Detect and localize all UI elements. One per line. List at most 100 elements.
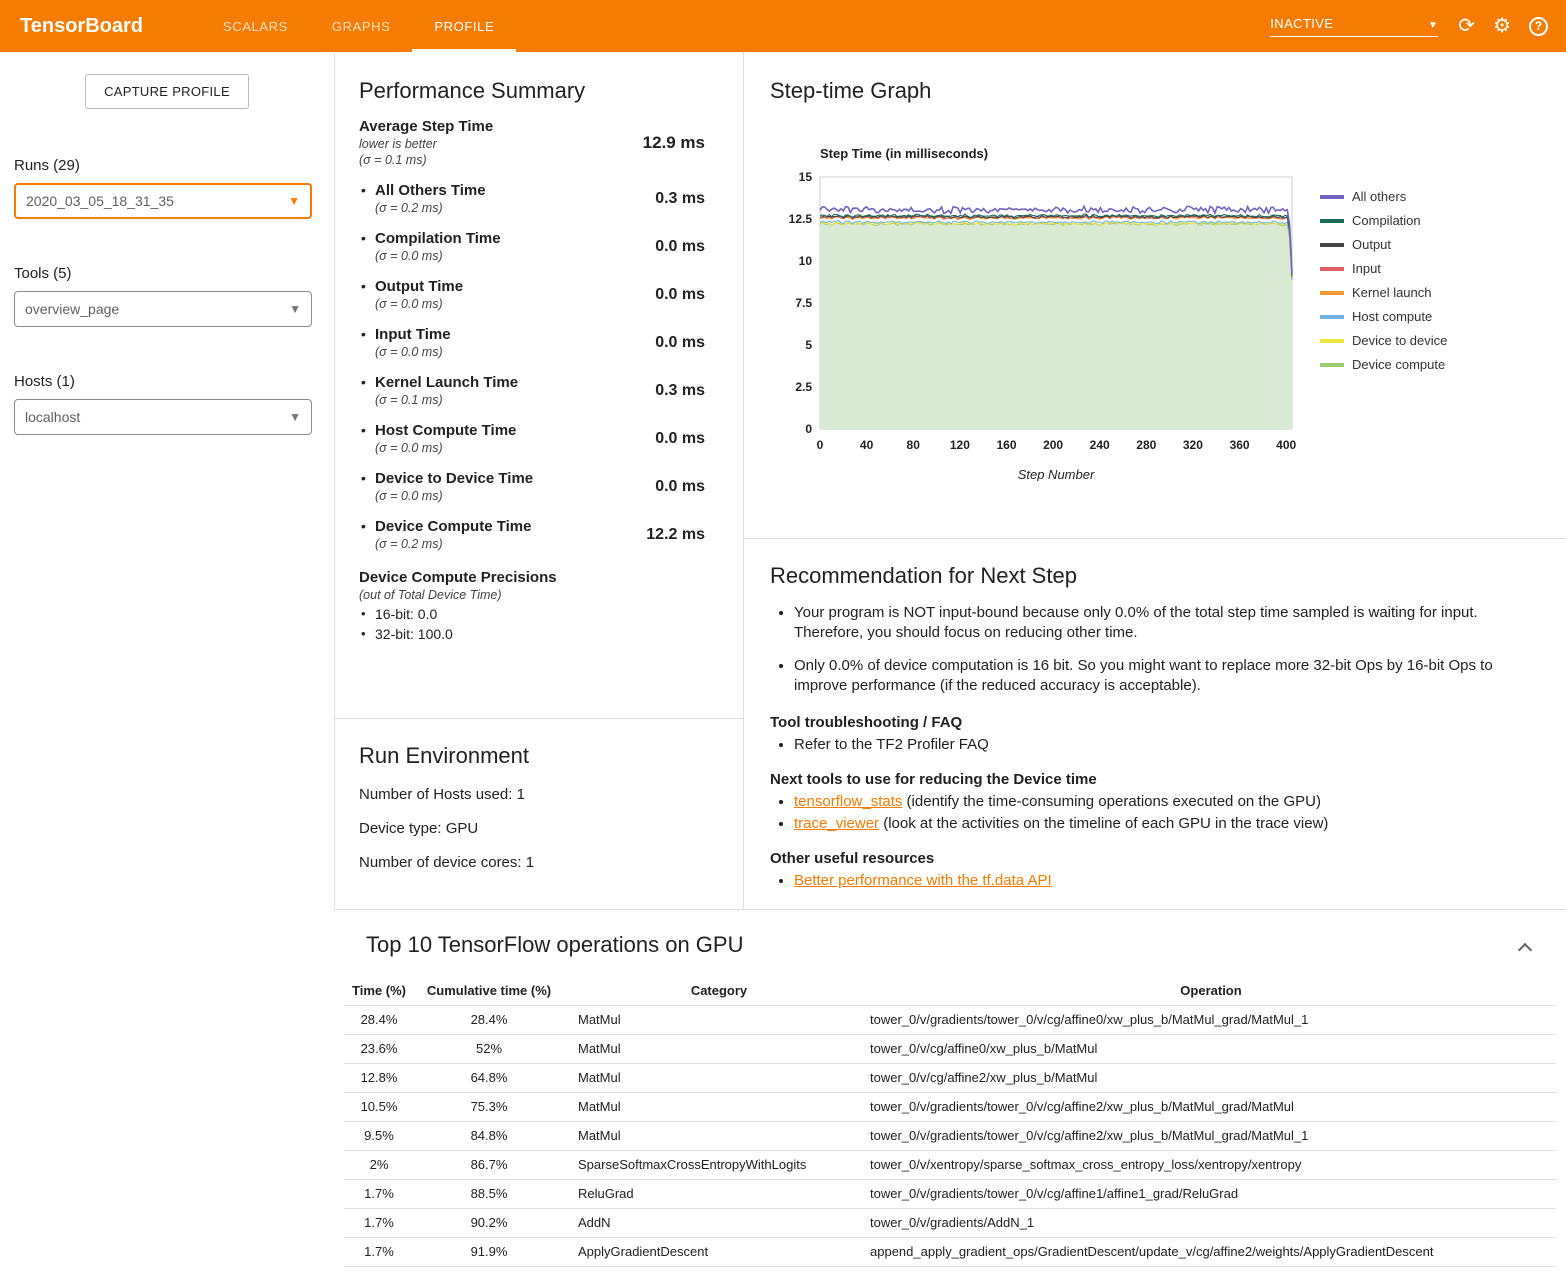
- metric-label: Device to Device Time: [375, 470, 533, 487]
- average-step-time-label: Average Step Time: [359, 118, 493, 135]
- legend-swatch: [1320, 339, 1344, 343]
- legend-label: Host compute: [1352, 309, 1432, 324]
- ops-table-body: 28.4%28.4%MatMultower_0/v/gradients/towe…: [344, 1005, 1556, 1266]
- step-time-graph-card: Step-time Graph Step Time (in millisecon…: [744, 52, 1566, 538]
- table-row: 12.8%64.8%MatMultower_0/v/cg/affine2/xw_…: [344, 1063, 1556, 1092]
- operation-cell: tower_0/v/gradients/tower_0/v/cg/affine2…: [864, 1121, 1556, 1150]
- cumulative-cell: 84.8%: [414, 1121, 564, 1150]
- metric-sigma: (σ = 0.0 ms): [375, 345, 451, 359]
- tool-suggestion-item: tensorflow_stats (identify the time-cons…: [794, 793, 1540, 810]
- metric-row: Input Time(σ = 0.0 ms)0.0 ms: [359, 326, 719, 359]
- metric-row: Compilation Time(σ = 0.0 ms)0.0 ms: [359, 230, 719, 263]
- top-ops-table: Time (%)Cumulative time (%)CategoryOpera…: [344, 976, 1556, 1267]
- legend-label: All others: [1352, 189, 1406, 204]
- environment-line: Number of device cores: 1: [359, 854, 719, 871]
- chart-area: 02.557.51012.515040801201602002402803203…: [770, 165, 1540, 481]
- tool-link[interactable]: tensorflow_stats: [794, 793, 902, 810]
- precisions-list: 16-bit: 0.032-bit: 100.0: [359, 606, 719, 642]
- category-header: Category: [564, 976, 864, 1005]
- recommendation-bullets: Your program is NOT input-bound because …: [794, 603, 1540, 696]
- metric-sigma: (σ = 0.2 ms): [375, 201, 486, 215]
- tools-select-value: overview_page: [25, 301, 119, 317]
- svg-text:320: 320: [1183, 438, 1203, 452]
- svg-text:Step Number: Step Number: [1018, 467, 1095, 481]
- table-row: 1.7%90.2%AddNtower_0/v/gradients/AddN_1: [344, 1208, 1556, 1237]
- tool-link[interactable]: trace_viewer: [794, 815, 879, 832]
- svg-text:80: 80: [907, 438, 921, 452]
- category-cell: MatMul: [564, 1063, 864, 1092]
- capture-profile-button[interactable]: CAPTURE PROFILE: [85, 74, 249, 109]
- tab-scalars[interactable]: SCALARS: [201, 0, 310, 52]
- collapse-section-button[interactable]: [1514, 938, 1536, 960]
- svg-text:280: 280: [1136, 438, 1156, 452]
- tab-graphs[interactable]: GRAPHS: [310, 0, 413, 52]
- tfdata-performance-link[interactable]: Better performance with the tf.data API: [794, 872, 1052, 889]
- tools-select[interactable]: overview_page ▼: [14, 291, 312, 327]
- chevron-down-icon: ▼: [288, 194, 300, 208]
- metric-left: All Others Time(σ = 0.2 ms): [359, 182, 486, 215]
- time-header: Time (%): [344, 976, 414, 1005]
- operation-cell: tower_0/v/gradients/AddN_1: [864, 1208, 1556, 1237]
- metric-left: Device Compute Time(σ = 0.2 ms): [359, 518, 531, 551]
- time-cell: 1.7%: [344, 1208, 414, 1237]
- refresh-icon[interactable]: ⟳: [1458, 16, 1475, 36]
- metric-value: 0.3 ms: [655, 190, 705, 208]
- category-cell: MatMul: [564, 1005, 864, 1034]
- svg-text:0: 0: [817, 438, 824, 452]
- svg-text:40: 40: [860, 438, 874, 452]
- legend-item: Output: [1320, 237, 1447, 252]
- performance-summary-card: Performance Summary Average Step Time lo…: [335, 52, 743, 718]
- status-dropdown[interactable]: INACTIVE ▼: [1270, 16, 1438, 37]
- help-icon[interactable]: ?: [1529, 17, 1548, 36]
- chevron-up-icon: [1518, 943, 1532, 957]
- category-cell: MatMul: [564, 1034, 864, 1063]
- run-environment-card: Run Environment Number of Hosts used: 1D…: [335, 719, 743, 908]
- sidebar: CAPTURE PROFILE Runs (29) 2020_03_05_18_…: [0, 52, 334, 1267]
- runs-select[interactable]: 2020_03_05_18_31_35 ▼: [14, 183, 312, 219]
- tool-suggestion-item: trace_viewer (look at the activities on …: [794, 815, 1540, 832]
- metric-row: Host Compute Time(σ = 0.0 ms)0.0 ms: [359, 422, 719, 455]
- table-row: 1.7%88.5%ReluGradtower_0/v/gradients/tow…: [344, 1179, 1556, 1208]
- tools-label: Tools (5): [14, 265, 334, 282]
- other-resources-heading: Other useful resources: [770, 850, 1540, 867]
- legend-item: Kernel launch: [1320, 285, 1447, 300]
- metric-left: Compilation Time(σ = 0.0 ms): [359, 230, 501, 263]
- metric-value: 0.0 ms: [655, 478, 705, 496]
- table-row: 10.5%75.3%MatMultower_0/v/gradients/towe…: [344, 1092, 1556, 1121]
- legend-swatch: [1320, 315, 1344, 319]
- metric-label: Kernel Launch Time: [375, 374, 518, 391]
- operation-cell: append_apply_gradient_ops/GradientDescen…: [864, 1237, 1556, 1266]
- environment-line: Number of Hosts used: 1: [359, 786, 719, 803]
- table-row: 2%86.7%SparseSoftmaxCrossEntropyWithLogi…: [344, 1150, 1556, 1179]
- recommendation-bullet: Only 0.0% of device computation is 16 bi…: [794, 656, 1540, 697]
- metric-row: All Others Time(σ = 0.2 ms) 0.3 ms: [359, 182, 719, 215]
- time-cell: 9.5%: [344, 1121, 414, 1150]
- time-cell: 1.7%: [344, 1237, 414, 1266]
- faq-heading: Tool troubleshooting / FAQ: [770, 714, 1540, 731]
- metric-label: Compilation Time: [375, 230, 501, 247]
- metric-value: 0.0 ms: [655, 430, 705, 448]
- precisions-label: Device Compute Precisions: [359, 569, 719, 586]
- svg-text:120: 120: [950, 438, 970, 452]
- step-time-chart: 02.557.51012.515040801201602002402803203…: [770, 165, 1310, 481]
- svg-text:0: 0: [805, 422, 812, 436]
- legend-label: Kernel launch: [1352, 285, 1432, 300]
- runs-label: Runs (29): [14, 157, 334, 174]
- tab-profile[interactable]: PROFILE: [412, 0, 516, 52]
- cumulative-cell: 52%: [414, 1034, 564, 1063]
- cumulative-cell: 90.2%: [414, 1208, 564, 1237]
- average-step-time-note: lower is better: [359, 137, 493, 151]
- svg-text:10: 10: [799, 254, 813, 268]
- metric-left: Input Time(σ = 0.0 ms): [359, 326, 451, 359]
- metric-left: Output Time(σ = 0.0 ms): [359, 278, 463, 311]
- metric-sigma: (σ = 0.1 ms): [375, 393, 518, 407]
- hosts-select[interactable]: localhost ▼: [14, 399, 312, 435]
- metric-label: Device Compute Time: [375, 518, 531, 535]
- other-resources-list: Better performance with the tf.data API: [794, 872, 1540, 889]
- top-bar: TensorBoard SCALARS GRAPHS PROFILE INACT…: [0, 0, 1566, 52]
- table-header-row: Time (%)Cumulative time (%)CategoryOpera…: [344, 976, 1556, 1005]
- gear-icon[interactable]: ⚙: [1493, 16, 1511, 36]
- table-row: 9.5%84.8%MatMultower_0/v/gradients/tower…: [344, 1121, 1556, 1150]
- legend-item: Device to device: [1320, 333, 1447, 348]
- operation-header: Operation: [864, 976, 1556, 1005]
